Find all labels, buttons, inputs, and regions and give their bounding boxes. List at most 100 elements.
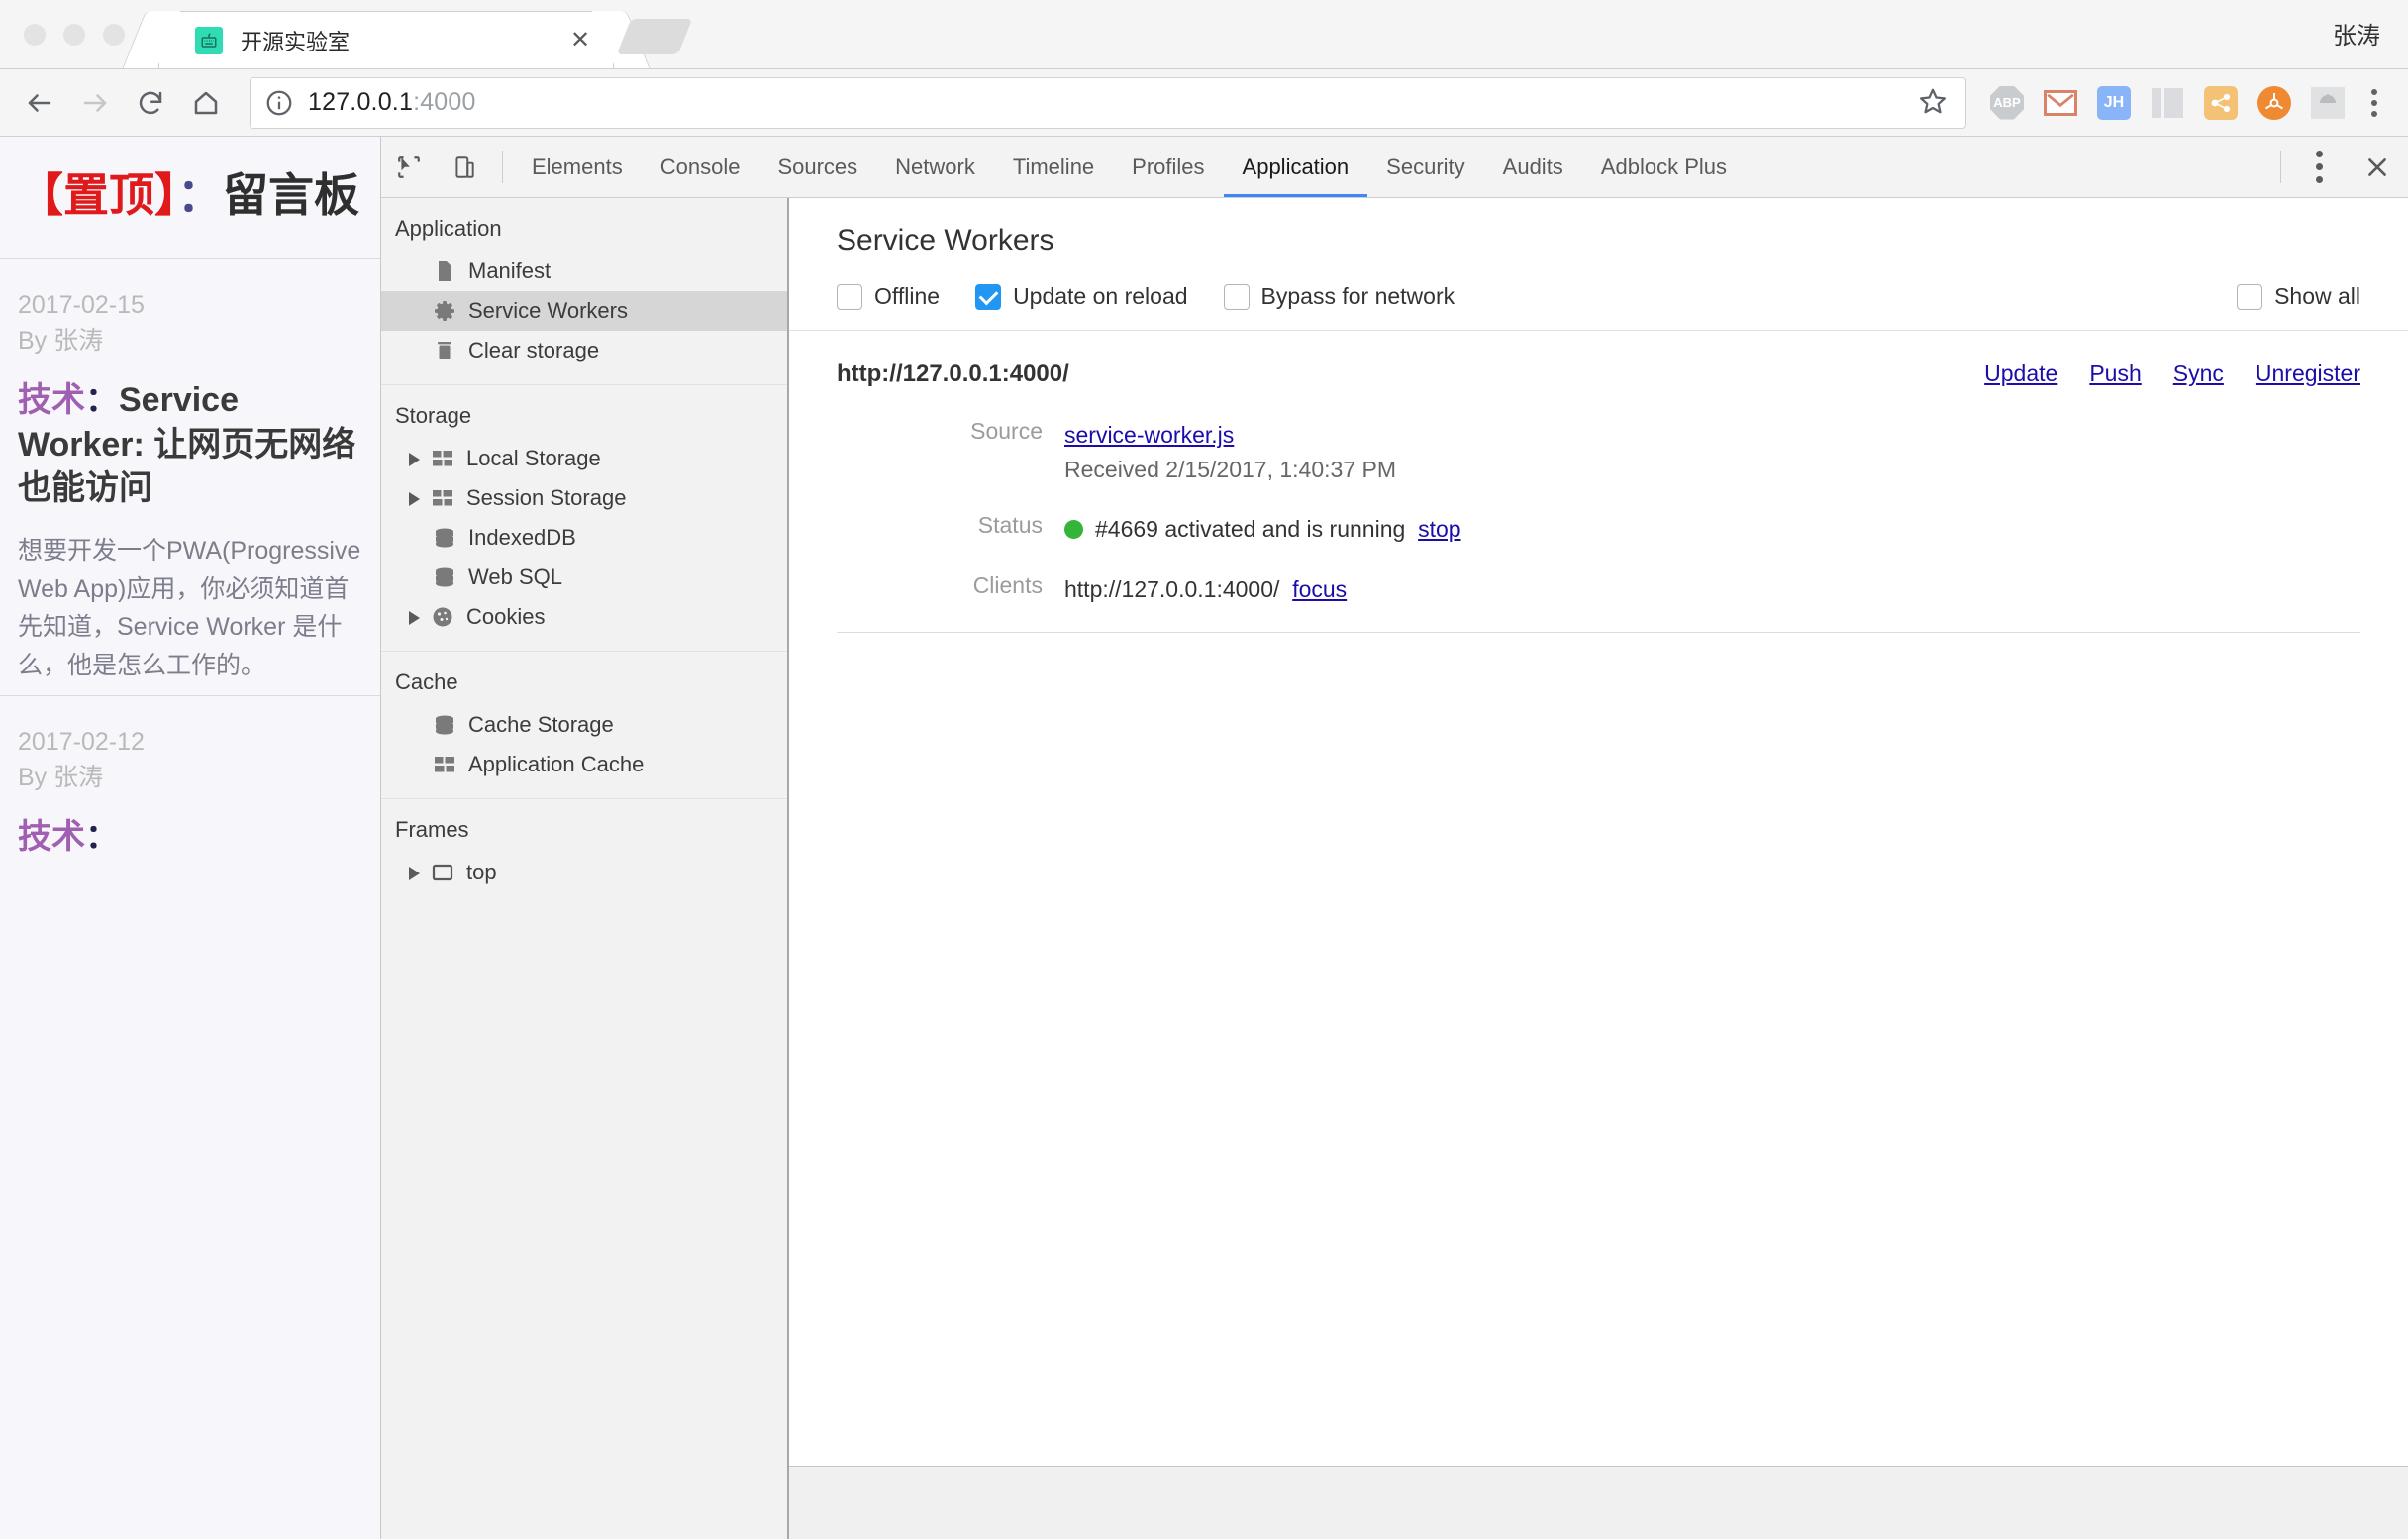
keyboard-icon — [195, 26, 223, 54]
sidebar-item-service-workers[interactable]: Service Workers — [381, 291, 787, 331]
service-worker-script-link[interactable]: service-worker.js — [1064, 422, 1234, 448]
sidebar-item-web-sql[interactable]: Web SQL — [381, 558, 787, 597]
sidebar-group-title: Application — [395, 216, 502, 241]
registration-scope: http://127.0.0.1:4000/ — [837, 360, 1069, 387]
close-window-button[interactable] — [24, 24, 46, 46]
tab-network[interactable]: Network — [876, 137, 994, 197]
sidebar-item-indexeddb[interactable]: IndexedDB — [381, 518, 787, 558]
tab-timeline[interactable]: Timeline — [994, 137, 1113, 197]
sidebar-group-title: Storage — [395, 403, 472, 428]
orange-extension-icon[interactable] — [2252, 80, 2297, 126]
show-all-checkbox-row[interactable]: Show all — [2237, 283, 2360, 310]
sidebar-group-cache: Cache Cache Storage Application Cache — [381, 652, 787, 799]
registration-actions: Update Push Sync Unregister — [1984, 360, 2360, 387]
adblock-plus-extension-icon[interactable]: ABP — [1984, 80, 2030, 126]
browser-toolbar: 127.0.0.1:4000 ABP JH — [0, 69, 2408, 137]
cookie-icon — [431, 605, 454, 629]
stop-link[interactable]: stop — [1418, 516, 1460, 542]
bypass-for-network-checkbox-row[interactable]: Bypass for network — [1223, 283, 1455, 310]
sidebar-item-manifest[interactable]: Manifest — [381, 252, 787, 291]
browser-tab-title: 开源实验室 — [241, 29, 351, 54]
post-author: By 张涛 — [18, 327, 104, 356]
kebab-menu-icon[interactable] — [2291, 137, 2347, 197]
sidebar-item-label: Application Cache — [468, 752, 645, 776]
table-icon — [431, 486, 454, 510]
offline-checkbox[interactable] — [837, 283, 862, 310]
tab-audits[interactable]: Audits — [1484, 137, 1582, 197]
pinned-label: 置顶 — [63, 169, 154, 221]
close-icon[interactable] — [2347, 137, 2408, 197]
tab-adblock-plus[interactable]: Adblock Plus — [1582, 137, 1746, 197]
chevron-right-icon[interactable] — [407, 866, 421, 880]
new-tab-button[interactable] — [616, 19, 693, 54]
jh-extension-icon[interactable]: JH — [2091, 80, 2137, 126]
show-all-checkbox[interactable] — [2237, 283, 2263, 310]
focus-link[interactable]: focus — [1292, 576, 1347, 602]
post-category-colon: ： — [85, 818, 119, 857]
address-bar[interactable]: 127.0.0.1:4000 — [250, 76, 1966, 129]
toolbar-separator-right — [2280, 151, 2281, 183]
share-extension-icon[interactable] — [2198, 80, 2244, 126]
info-circle-icon[interactable] — [264, 88, 294, 118]
android-download-extension-icon[interactable] — [2305, 80, 2351, 126]
sidebar-item-cache-storage[interactable]: Cache Storage — [381, 705, 787, 745]
post-title[interactable]: 技术：Service Worker: 让网页无网络也能访问 — [18, 378, 362, 510]
devtools-panel: Elements Console Sources Network Timelin… — [381, 137, 2408, 1539]
update-link[interactable]: Update — [1984, 360, 2057, 387]
maximize-window-button[interactable] — [103, 24, 125, 46]
pinned-post-title[interactable]: 【置顶】：留言板 — [18, 137, 362, 258]
bypass-for-network-checkbox[interactable] — [1223, 283, 1250, 310]
tab-security[interactable]: Security — [1367, 137, 1483, 197]
minimize-window-button[interactable] — [63, 24, 85, 46]
sync-link[interactable]: Sync — [2173, 360, 2224, 387]
table-icon — [433, 753, 456, 776]
chevron-right-icon[interactable] — [407, 610, 421, 625]
tab-elements[interactable]: Elements — [513, 137, 642, 197]
service-workers-panel: Service Workers Offline Update on reload — [789, 198, 2408, 1539]
arrow-right-icon[interactable] — [69, 77, 121, 129]
jh-label: JH — [2097, 85, 2131, 120]
tab-application[interactable]: Application — [1223, 137, 1368, 197]
home-icon[interactable] — [180, 77, 232, 129]
post-author: By 张涛 — [18, 764, 104, 792]
offline-checkbox-row[interactable]: Offline — [837, 283, 940, 310]
browser-window: 开源实验室 ✕ 张涛 127.0.0.1:4000 ABP JH 【置顶】：留言… — [0, 0, 2408, 1539]
gmail-extension-icon[interactable] — [2038, 80, 2083, 126]
show-all-label: Show all — [2274, 283, 2360, 309]
sidebar-item-application-cache[interactable]: Application Cache — [381, 745, 787, 784]
document-icon — [433, 259, 456, 283]
tab-console[interactable]: Console — [642, 137, 759, 197]
sidebar-item-top-frame[interactable]: top — [381, 853, 787, 892]
inspect-cursor-icon[interactable] — [381, 137, 437, 197]
unregister-link[interactable]: Unregister — [2256, 360, 2360, 387]
sidebar-item-label: Session Storage — [466, 485, 627, 510]
chevron-right-icon[interactable] — [407, 452, 421, 466]
tab-sources[interactable]: Sources — [758, 137, 876, 197]
profile-name[interactable]: 张涛 — [2333, 16, 2380, 51]
sidebar-item-cookies[interactable]: Cookies — [381, 597, 787, 637]
columns-extension-icon[interactable] — [2145, 80, 2190, 126]
push-link[interactable]: Push — [2089, 360, 2141, 387]
tab-profiles[interactable]: Profiles — [1113, 137, 1223, 197]
sidebar-item-clear-storage[interactable]: Clear storage — [381, 331, 787, 370]
close-icon[interactable]: ✕ — [563, 24, 597, 57]
reload-icon[interactable] — [125, 77, 176, 129]
kebab-menu-icon[interactable] — [2355, 88, 2394, 117]
browser-tab[interactable]: 开源实验室 ✕ — [158, 11, 614, 68]
sidebar-group-title: Cache — [395, 669, 458, 694]
update-on-reload-checkbox[interactable] — [975, 283, 1002, 310]
arrow-left-icon[interactable] — [14, 77, 65, 129]
sidebar-item-local-storage[interactable]: Local Storage — [381, 439, 787, 478]
pinned-bracket-close: 】 — [154, 169, 177, 221]
sidebar-group-application: Application Manifest Service Workers Cle… — [381, 198, 787, 385]
device-toolbar-icon[interactable] — [437, 137, 492, 197]
star-icon[interactable] — [1918, 86, 1952, 120]
chevron-right-icon[interactable] — [407, 491, 421, 506]
devtools-tabs: Elements Console Sources Network Timelin… — [513, 137, 1746, 197]
update-on-reload-checkbox-row[interactable]: Update on reload — [975, 283, 1188, 310]
devtools-footer-bar — [789, 1466, 2408, 1539]
url-host: 127.0.0.1 — [308, 88, 414, 116]
sidebar-item-label: Cookies — [466, 604, 546, 629]
post-title[interactable]: 技术： — [18, 815, 362, 859]
sidebar-item-session-storage[interactable]: Session Storage — [381, 478, 787, 518]
